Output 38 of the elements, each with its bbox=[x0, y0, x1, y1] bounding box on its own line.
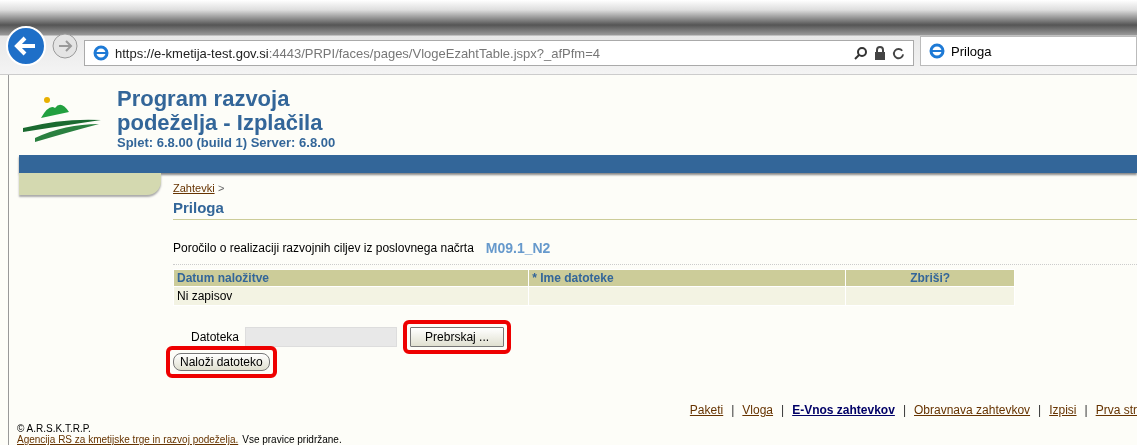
nav-separator: | bbox=[902, 403, 906, 417]
file-field[interactable] bbox=[245, 327, 398, 347]
breadcrumb-link[interactable]: Zahtevki bbox=[173, 182, 215, 194]
nav-separator: | bbox=[781, 403, 785, 417]
browser-icon bbox=[93, 45, 109, 61]
copyright-text: © A.R.S.K.T.R.P. bbox=[17, 423, 91, 434]
browse-button[interactable]: Prebrskaj ... bbox=[410, 327, 505, 347]
forward-button[interactable] bbox=[52, 33, 78, 59]
footer-link[interactable]: Prva str bbox=[1095, 403, 1137, 417]
nav-separator: | bbox=[1038, 403, 1042, 417]
nav-separator: | bbox=[731, 403, 735, 417]
lock-icon[interactable] bbox=[874, 46, 886, 60]
address-bar[interactable]: https://e-kmetija-test.gov.si:4443/PRPI/faces/pages/VlogeEzahtTable.jspx?_afPfm=4 bbox=[84, 40, 914, 66]
page-title: Priloga bbox=[173, 195, 1137, 220]
browser-icon bbox=[929, 43, 945, 59]
breadcrumb-separator: > bbox=[217, 182, 225, 194]
column-header: Zbriši? bbox=[910, 271, 951, 285]
browser-tab[interactable]: Priloga bbox=[920, 36, 1137, 66]
file-label: Datoteka bbox=[191, 330, 240, 344]
footer-link[interactable]: Obravnava zahtevkov bbox=[914, 403, 1031, 417]
search-icon[interactable] bbox=[854, 46, 868, 60]
report-label: Poročilo o realizaciji razvojnih ciljev iz poslovnega načrta bbox=[173, 241, 474, 255]
column-header: Ime datoteke bbox=[540, 271, 614, 285]
version-text: Splet: 6.8.00 (build 1) Server: 6.8.00 bbox=[117, 135, 336, 150]
refresh-icon[interactable] bbox=[892, 46, 905, 60]
footer-link[interactable]: Paketi bbox=[689, 403, 724, 417]
required-marker: * bbox=[532, 271, 538, 285]
back-button[interactable] bbox=[6, 26, 46, 66]
footer-link[interactable]: E-Vnos zahtevkov bbox=[792, 403, 895, 417]
footer-link[interactable]: Izpisi bbox=[1049, 403, 1077, 417]
footer-link[interactable]: Vloga bbox=[742, 403, 774, 417]
column-header: Datum naložitve bbox=[177, 271, 269, 285]
nav-separator: | bbox=[1084, 403, 1088, 417]
rights-text: Vse pravice pridržane. bbox=[242, 434, 342, 445]
app-title: Program razvoja podeželja - Izplačila bbox=[117, 87, 324, 135]
agency-link[interactable]: Agencija RS za kmetijske trge in razvoj podeželja. bbox=[17, 434, 239, 445]
report-code: M09.1_N2 bbox=[485, 240, 551, 256]
upload-button[interactable]: Naloži datoteko bbox=[173, 353, 270, 371]
